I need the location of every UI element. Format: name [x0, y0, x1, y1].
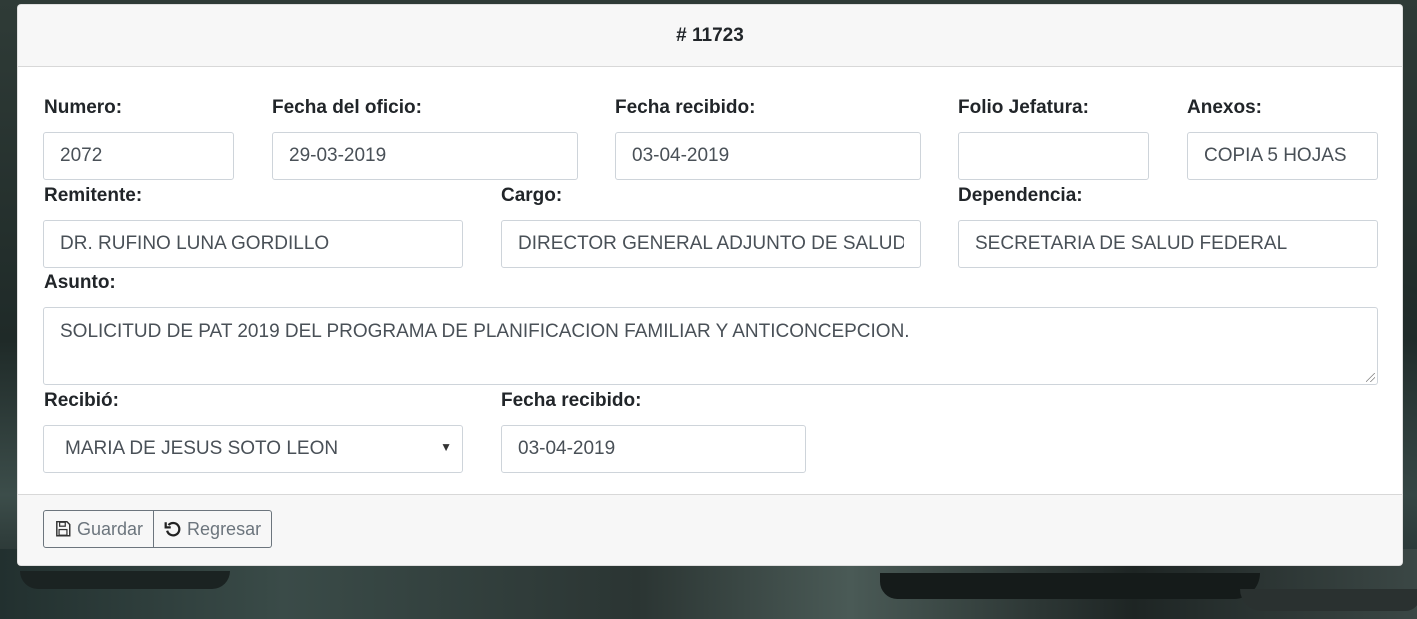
- background-boat: [880, 573, 1260, 599]
- undo-icon: [164, 520, 182, 538]
- background-boat: [1240, 589, 1417, 611]
- document-number-title: # 11723: [676, 24, 744, 46]
- form-body: Numero: Fecha del oficio: Fecha recibido…: [18, 67, 1402, 497]
- fecha-recibido-2-input[interactable]: [501, 425, 806, 473]
- folio-jefatura-input[interactable]: [958, 132, 1149, 180]
- dropdown-arrow-icon: ▼: [440, 440, 452, 454]
- remitente-label: Remitente:: [44, 185, 143, 206]
- card-footer: Guardar Regresar: [18, 494, 1402, 565]
- back-button-label: Regresar: [187, 518, 262, 539]
- fecha-recibido-2-label: Fecha recibido:: [501, 390, 642, 411]
- document-card: # 11723 Numero: Fecha del oficio: Fecha …: [17, 4, 1403, 566]
- numero-input[interactable]: [43, 132, 234, 180]
- recibio-selected-value: MARIA DE JESUS SOTO LEON: [65, 438, 339, 459]
- folio-jefatura-label: Folio Jefatura:: [958, 97, 1089, 118]
- anexos-label: Anexos:: [1187, 97, 1262, 118]
- save-button[interactable]: Guardar: [43, 510, 155, 548]
- recibio-select[interactable]: MARIA DE JESUS SOTO LEON ▼: [43, 425, 463, 473]
- fecha-oficio-label: Fecha del oficio:: [272, 97, 422, 118]
- asunto-container: SOLICITUD DE PAT 2019 DEL PROGRAMA DE PL…: [43, 307, 1378, 385]
- floppy-disk-icon: [54, 520, 72, 538]
- card-header: # 11723: [18, 5, 1402, 67]
- fecha-recibido-input[interactable]: [615, 132, 921, 180]
- fecha-oficio-input[interactable]: [272, 132, 578, 180]
- recibio-label: Recibió:: [44, 390, 119, 411]
- remitente-input[interactable]: [43, 220, 463, 268]
- save-button-label: Guardar: [77, 518, 144, 539]
- numero-label: Numero:: [44, 97, 123, 118]
- dependencia-input[interactable]: [958, 220, 1378, 268]
- cargo-label: Cargo:: [501, 185, 563, 206]
- action-button-group: Guardar Regresar: [43, 510, 273, 548]
- background-boat: [20, 571, 230, 589]
- fecha-recibido-label: Fecha recibido:: [615, 97, 756, 118]
- cargo-input[interactable]: [501, 220, 921, 268]
- anexos-input[interactable]: [1187, 132, 1378, 180]
- resize-grip-icon[interactable]: [1366, 373, 1375, 382]
- asunto-label: Asunto:: [44, 272, 116, 293]
- asunto-textarea[interactable]: SOLICITUD DE PAT 2019 DEL PROGRAMA DE PL…: [43, 307, 1378, 385]
- back-button[interactable]: Regresar: [154, 510, 273, 548]
- dependencia-label: Dependencia:: [958, 185, 1083, 206]
